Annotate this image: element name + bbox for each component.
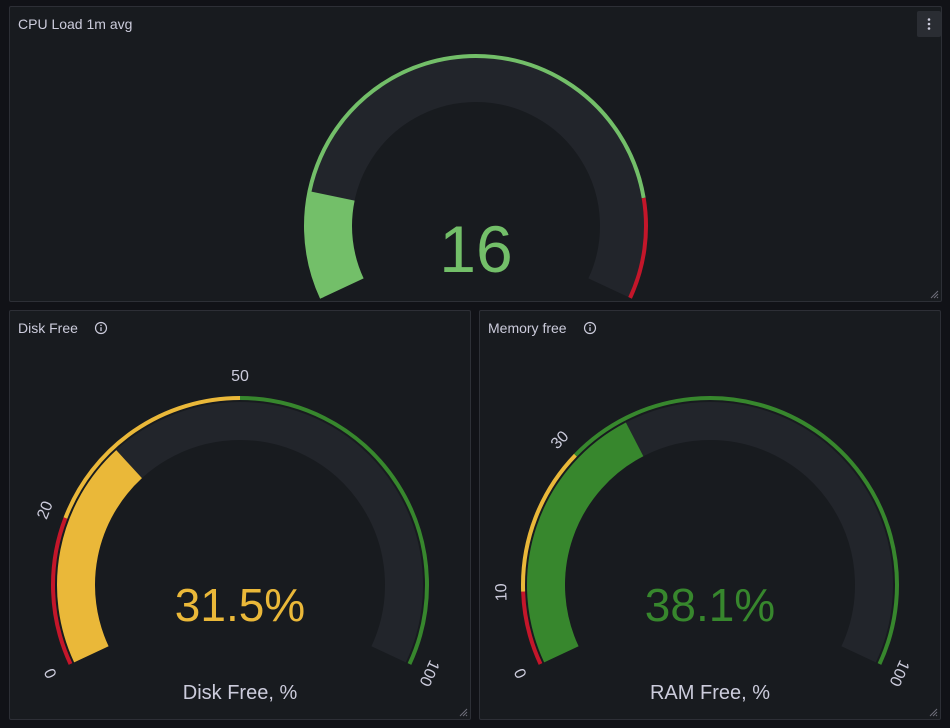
gauge-unit-label: Disk Free, % [183, 682, 298, 704]
memory-free-gauge: 0 10 30 100 38.1% RAM Free, % [493, 396, 912, 704]
tick-label: 100 [885, 657, 912, 688]
gauge-value-text: 38.1% [645, 579, 775, 631]
gauge-unit-label: RAM Free, % [650, 682, 770, 704]
tick-label: 10 [493, 583, 511, 601]
resize-handle-icon[interactable] [929, 289, 939, 299]
gauge-value-fill [306, 191, 364, 298]
tick-label: 0 [512, 665, 531, 680]
tick-label: 30 [548, 428, 573, 453]
disk-free-panel[interactable]: Disk Free 0 20 50 100 31.5% Disk Free, % [9, 310, 471, 720]
memory-free-panel[interactable]: Memory free 0 10 30 100 38.1% RAM Free, % [479, 310, 941, 720]
gauge-value-fill [57, 450, 143, 663]
cpu-load-gauge: 16 [304, 54, 648, 299]
disk-free-gauge: 0 20 50 100 31.5% Disk Free, % [34, 368, 442, 704]
tick-label: 50 [231, 368, 249, 385]
resize-handle-icon[interactable] [458, 707, 468, 717]
cpu-load-panel[interactable]: CPU Load 1m avg 16 [9, 6, 942, 302]
gauge-value-text: 16 [439, 212, 512, 286]
gauge-value-text: 31.5% [175, 579, 305, 631]
resize-handle-icon[interactable] [928, 707, 938, 717]
tick-label: 0 [42, 665, 61, 680]
tick-label: 20 [34, 499, 56, 522]
tick-label: 100 [415, 657, 442, 688]
